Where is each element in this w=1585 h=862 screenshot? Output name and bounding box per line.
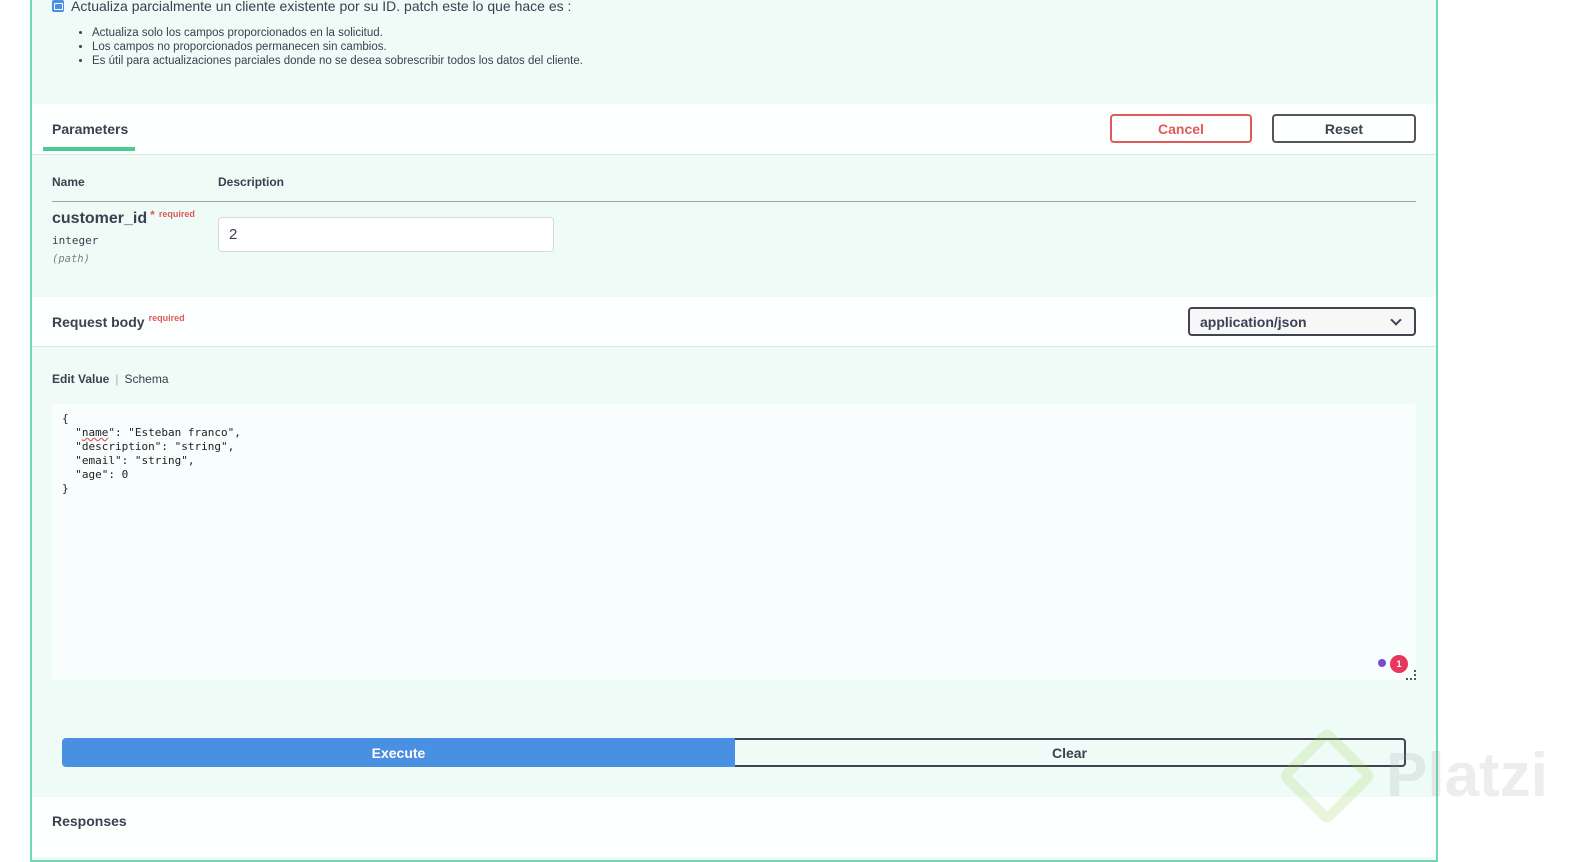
param-type: integer [52,234,99,247]
tab-schema[interactable]: Schema [124,372,168,386]
summary-line: Actualiza parcialmente un cliente existe… [52,0,583,14]
responses-header: Responses [32,797,1436,857]
bullet-item: Actualiza solo los campos proporcionados… [92,26,583,40]
operation-block: Actualiza parcialmente un cliente existe… [30,0,1438,862]
bullet-item: Es útil para actualizaciones parciales d… [92,54,583,68]
json-line-name: "name": "Esteban franco", [62,426,241,439]
responses-title: Responses [52,813,127,829]
spell-error-word: name [81,426,109,439]
param-location: (path) [52,253,90,265]
request-body-header: Request body required application/json [32,297,1436,347]
platzi-logo-icon [1277,726,1377,825]
tab-edit-value[interactable]: Edit Value [52,372,109,386]
extension-dot-icon[interactable] [1378,659,1386,667]
chevron-down-icon [1390,314,1402,326]
json-line: } [62,482,69,495]
customer-id-input[interactable] [218,217,554,252]
parameters-table-header: Name Description [52,175,1416,202]
reset-button[interactable]: Reset [1272,114,1416,143]
request-body-title: Request body required [52,313,185,330]
json-line: "email": "string", [62,454,195,467]
tab-parameters[interactable]: Parameters [52,121,128,137]
content-type-value: application/json [1200,314,1307,330]
parameters-header: Parameters Cancel Reset [32,104,1436,155]
request-body-title-text: Request body [52,314,145,330]
execute-row: Execute Clear [62,738,1406,767]
param-name: customer_id * required [52,208,195,228]
required-label: required [148,313,185,323]
json-line: "age": 0 [62,468,129,481]
execute-button[interactable]: Execute [62,738,735,767]
platzi-watermark: Platzi [1277,726,1548,825]
resize-handle-icon[interactable] [1406,670,1416,680]
operation-summary: Actualiza parcialmente un cliente existe… [52,0,583,68]
content-type-select[interactable]: application/json [1188,307,1416,336]
column-name: Name [52,175,85,189]
tab-divider: | [115,372,119,386]
summary-text: Actualiza parcialmente un cliente existe… [71,0,572,14]
json-line: { [62,412,69,425]
required-label: required [158,209,195,219]
body-tabs: Edit Value | Schema [52,372,169,386]
param-name-text: customer_id [52,210,148,227]
summary-bullets: Actualiza solo los campos proporcionados… [52,26,583,68]
json-line: "description": "string", [62,440,235,453]
tab-active-indicator [43,147,135,151]
cancel-button[interactable]: Cancel [1110,114,1252,143]
request-body-editor[interactable]: { "name": "Esteban franco", "description… [52,404,1416,680]
column-description: Description [218,175,285,189]
required-star: * [150,208,155,222]
bullet-item: Los campos no proporcionados permanecen … [92,40,583,54]
patch-info-icon [52,0,64,12]
watermark-text: Platzi [1386,741,1548,810]
